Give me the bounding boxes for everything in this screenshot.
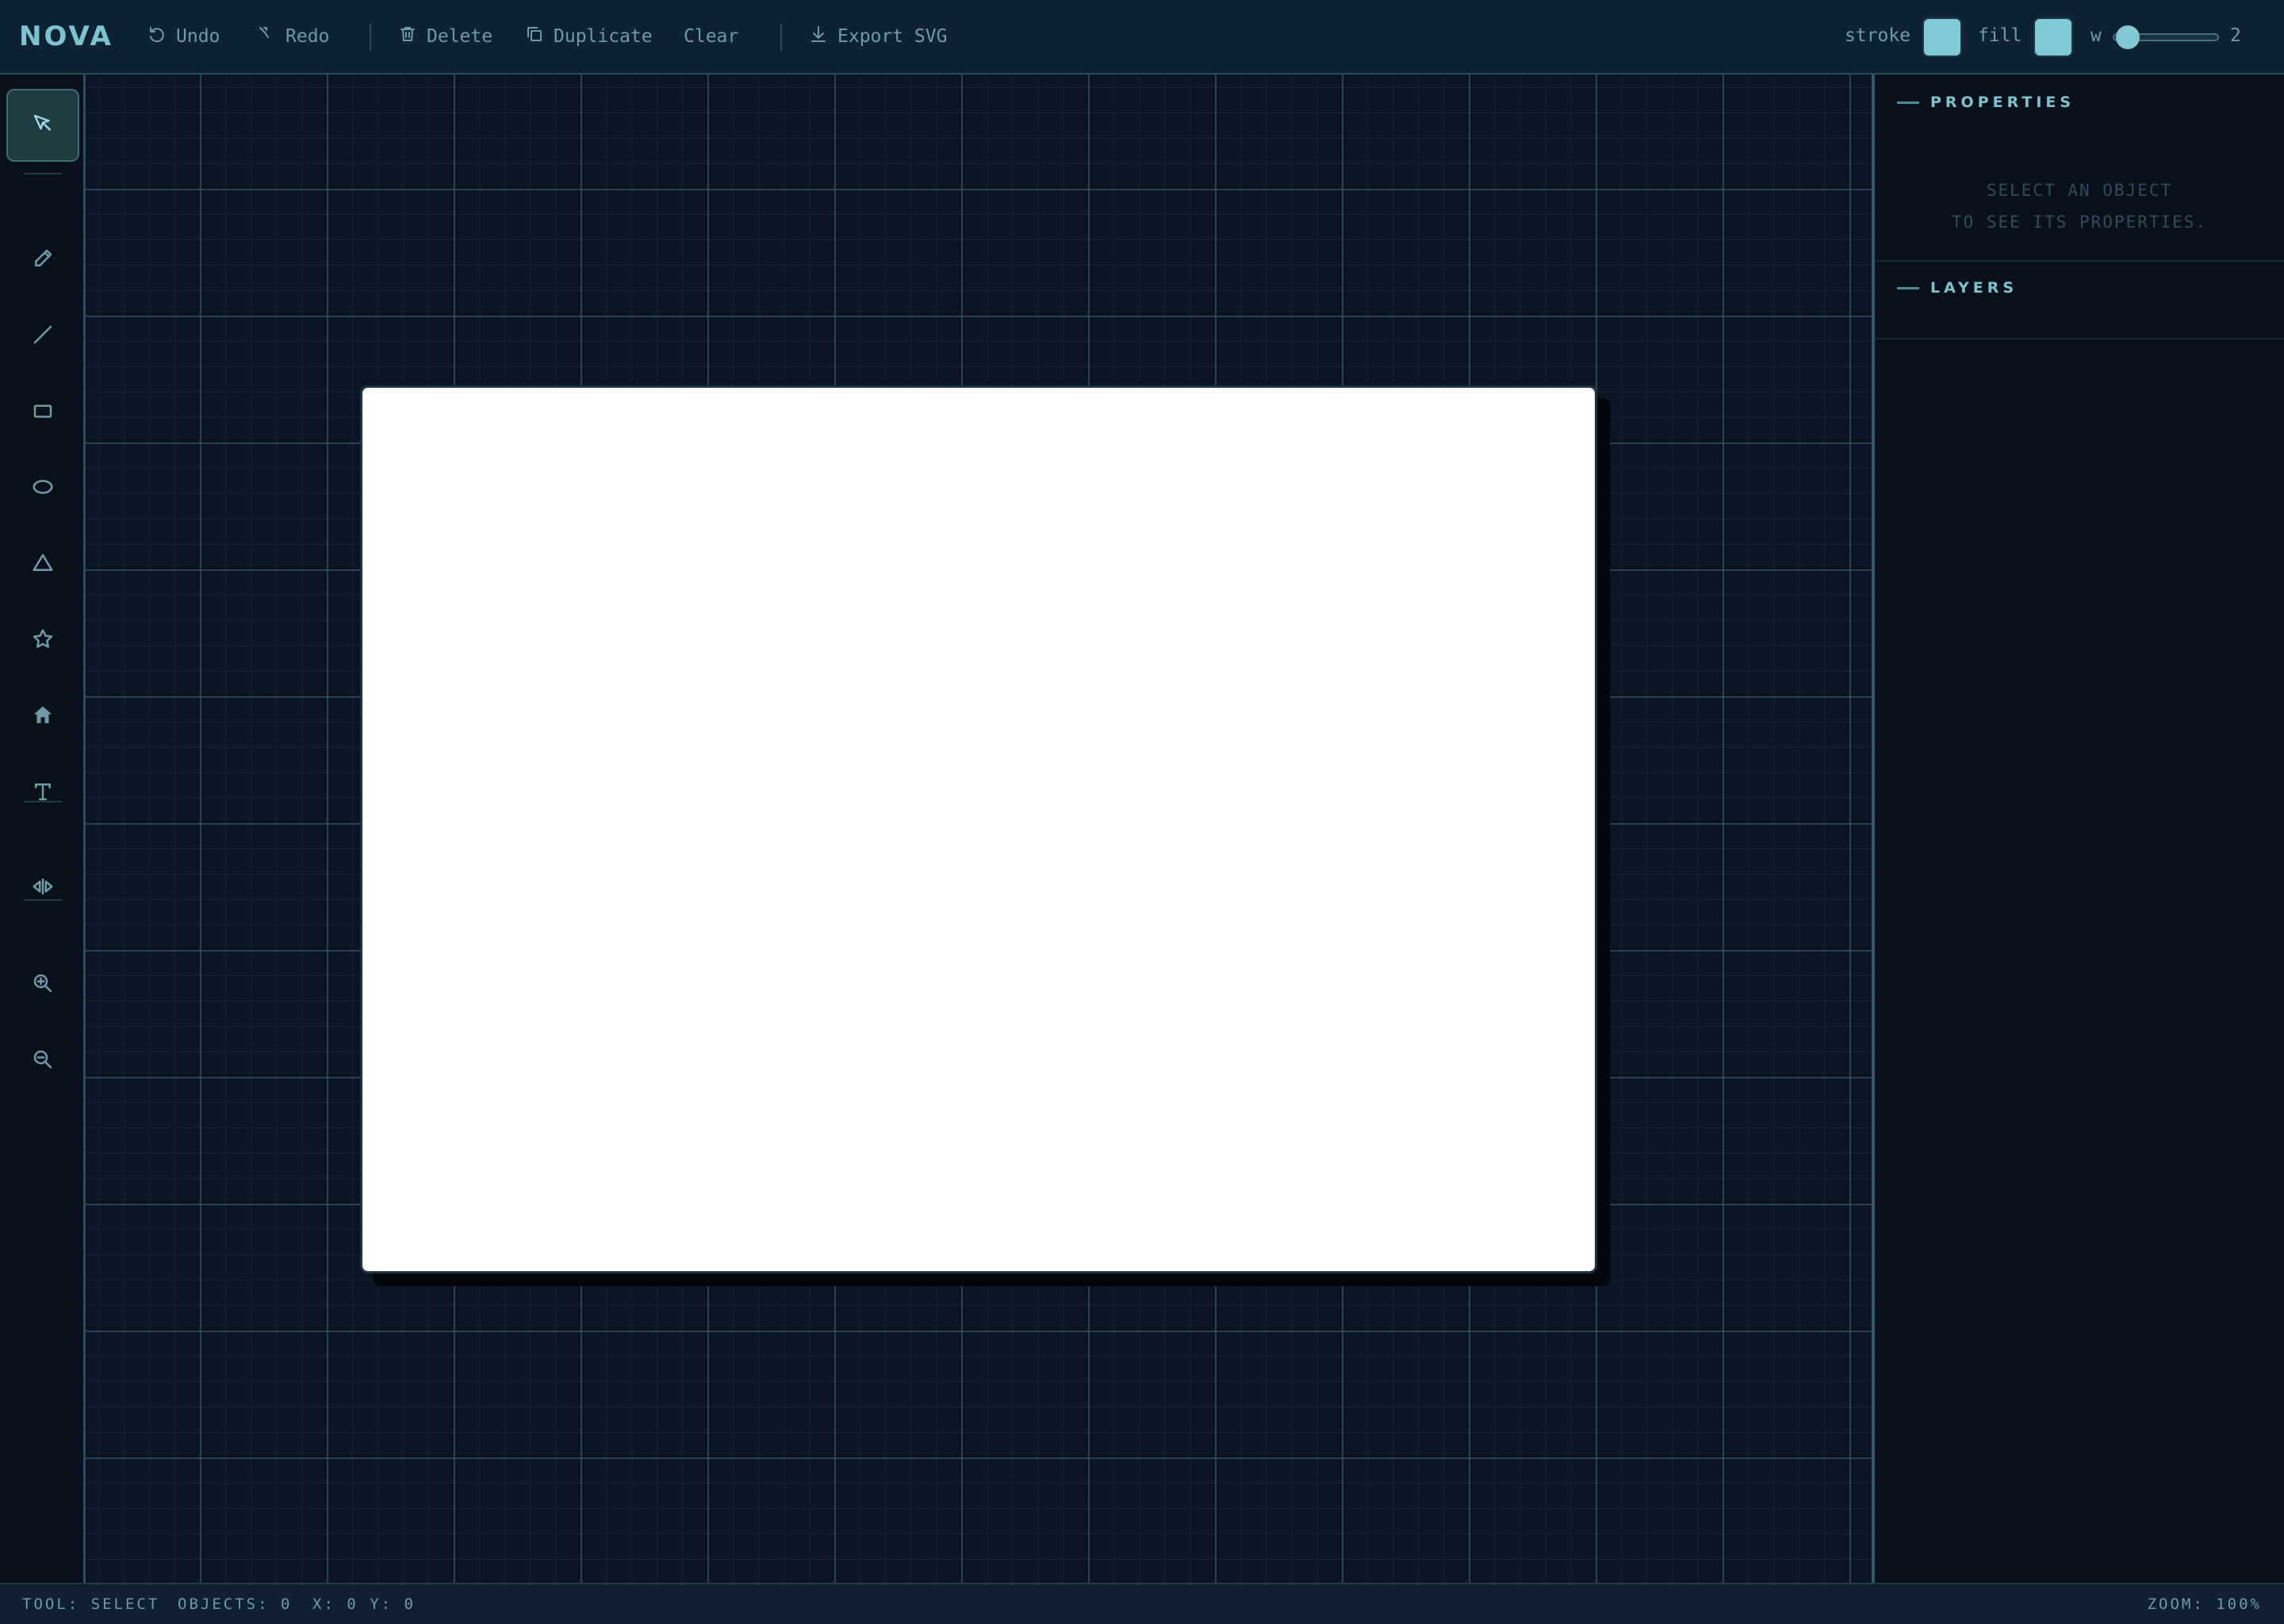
delete-button[interactable]: Delete bbox=[398, 22, 492, 51]
tool-ellipse[interactable] bbox=[6, 452, 79, 525]
clear-button[interactable]: Clear bbox=[684, 22, 738, 51]
tool-pencil[interactable] bbox=[6, 224, 79, 297]
status-coords: X: 0 Y: 0 bbox=[312, 1595, 416, 1613]
properties-title: PROPERTIES bbox=[1930, 94, 2075, 111]
tool-line[interactable] bbox=[6, 300, 79, 373]
fill-color-swatch[interactable] bbox=[2033, 17, 2073, 57]
duplicate-label: Duplicate bbox=[554, 26, 653, 47]
status-zoom: ZOOM: 100% bbox=[2147, 1595, 2262, 1613]
tool-rectangle[interactable] bbox=[6, 376, 79, 449]
fill-label: fill bbox=[1978, 25, 2022, 46]
width-label: w bbox=[2090, 25, 2102, 46]
tool-house[interactable] bbox=[6, 680, 79, 753]
properties-empty-line-1: SELECT AN OBJECT bbox=[1986, 181, 2173, 200]
zoom-in-icon bbox=[31, 971, 55, 998]
tool-flip[interactable] bbox=[6, 852, 79, 925]
toolbar-divider bbox=[370, 24, 371, 51]
layers-title: LAYERS bbox=[1930, 279, 2018, 297]
undo-label: Undo bbox=[176, 26, 220, 47]
properties-header: PROPERTIES bbox=[1897, 94, 2075, 111]
top-toolbar: NOVA Undo Redo Delete Duplicate Clear Ex… bbox=[0, 0, 2284, 75]
stroke-label: stroke bbox=[1845, 25, 1911, 46]
status-bar: TOOL: SELECT OBJECTS: 0 X: 0 Y: 0 ZOOM: … bbox=[0, 1583, 2284, 1624]
tool-triangle[interactable] bbox=[6, 528, 79, 601]
panel-divider bbox=[1875, 260, 2284, 262]
status-objects: OBJECTS: 0 bbox=[178, 1595, 293, 1613]
collapse-dash-icon[interactable] bbox=[1897, 101, 1919, 104]
tool-rail bbox=[0, 75, 86, 1583]
rectangle-icon bbox=[31, 399, 55, 426]
flip-horizontal-icon bbox=[31, 875, 55, 902]
trash-icon bbox=[398, 25, 417, 48]
undo-button[interactable]: Undo bbox=[148, 22, 220, 51]
app-brand: NOVA bbox=[19, 21, 113, 52]
slider-thumb[interactable] bbox=[2116, 25, 2140, 49]
export-label: Export SVG bbox=[837, 26, 948, 47]
house-icon bbox=[31, 703, 55, 730]
clear-label: Clear bbox=[684, 26, 739, 47]
duplicate-icon bbox=[525, 25, 544, 48]
tool-select[interactable] bbox=[6, 89, 79, 162]
star-icon bbox=[31, 627, 55, 654]
rail-divider bbox=[24, 801, 62, 802]
stroke-width-slider[interactable] bbox=[2113, 25, 2219, 49]
triangle-icon bbox=[31, 551, 55, 578]
redo-label: Redo bbox=[286, 26, 330, 47]
undo-icon bbox=[148, 25, 167, 48]
stroke-color-swatch[interactable] bbox=[1922, 17, 1962, 57]
cursor-arrow-icon bbox=[31, 112, 55, 139]
tool-zoom-in[interactable] bbox=[6, 948, 79, 1021]
tool-text[interactable] bbox=[6, 756, 79, 829]
layers-header: LAYERS bbox=[1897, 279, 2018, 297]
panel-divider bbox=[1875, 338, 2284, 339]
download-icon bbox=[809, 25, 828, 48]
pencil-icon bbox=[31, 247, 55, 274]
line-icon bbox=[31, 323, 55, 350]
rail-divider bbox=[24, 173, 62, 174]
rail-divider bbox=[24, 899, 62, 901]
toolbar-divider bbox=[780, 24, 782, 51]
zoom-out-icon bbox=[31, 1048, 55, 1074]
export-svg-button[interactable]: Export SVG bbox=[809, 22, 947, 51]
tool-star[interactable] bbox=[6, 604, 79, 677]
stroke-width-value: 2 bbox=[2230, 25, 2241, 46]
canvas-workspace[interactable] bbox=[86, 75, 1872, 1583]
duplicate-button[interactable]: Duplicate bbox=[525, 22, 653, 51]
properties-empty-line-2: TO SEE ITS PROPERTIES. bbox=[1951, 213, 2208, 232]
collapse-dash-icon[interactable] bbox=[1897, 286, 1919, 289]
delete-label: Delete bbox=[427, 26, 493, 47]
right-panel: PROPERTIES SELECT AN OBJECT TO SEE ITS P… bbox=[1872, 75, 2284, 1583]
redo-button[interactable]: Redo bbox=[257, 22, 329, 51]
ellipse-icon bbox=[31, 475, 55, 502]
redo-icon bbox=[257, 25, 276, 48]
status-tool: TOOL: SELECT bbox=[22, 1595, 160, 1613]
tool-zoom-out[interactable] bbox=[6, 1025, 79, 1097]
artboard[interactable] bbox=[360, 385, 1597, 1274]
